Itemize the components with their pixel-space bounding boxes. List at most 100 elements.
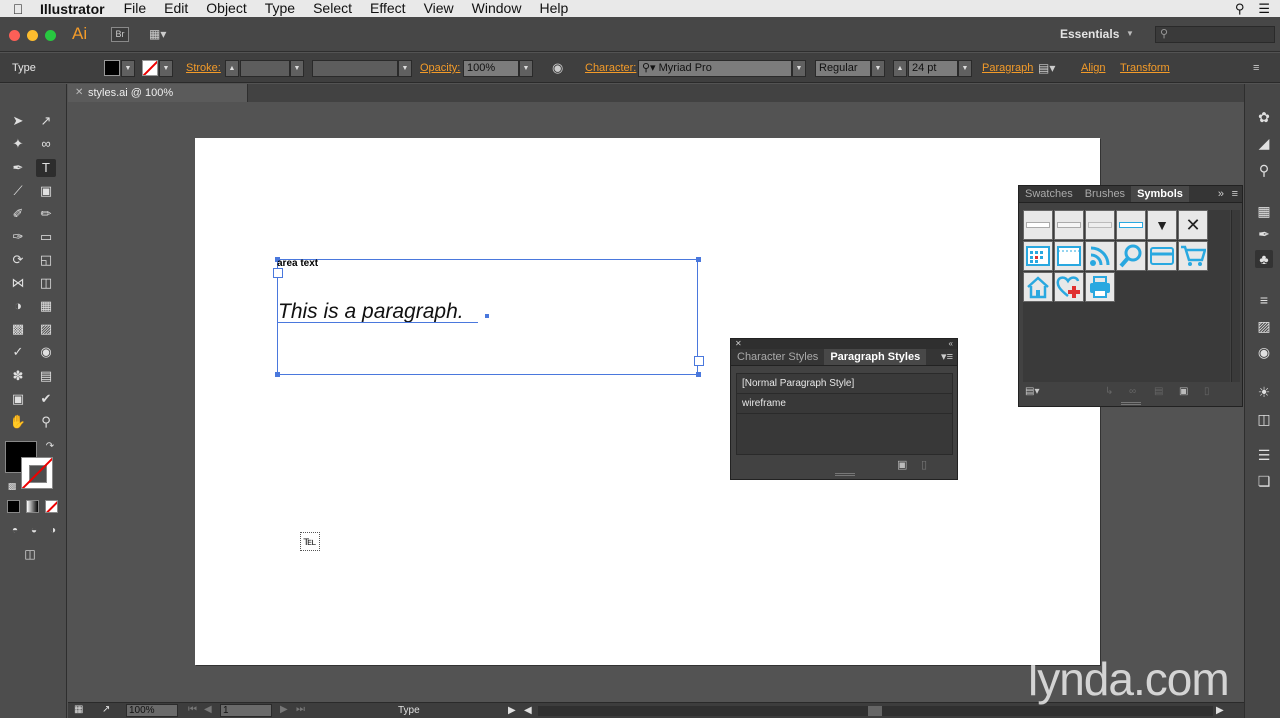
new-style-icon[interactable]: ▣ [897,458,907,471]
font-family-field[interactable]: ⚲▾ Myriad Pro [638,60,792,77]
color-guide-icon[interactable]: ◢ [1255,134,1273,152]
tab-swatches[interactable]: Swatches [1019,186,1079,202]
symbol-text-field-1[interactable] [1023,210,1053,240]
character-panel-link[interactable]: Character: [585,53,636,83]
mesh-tool-icon[interactable]: ▩ [8,320,28,338]
trash-icon[interactable]: ▯ [921,458,927,471]
menu-effect[interactable]: Effect [361,0,415,17]
symbols-icon[interactable]: ♣ [1255,250,1273,268]
symbol-sprayer-tool-icon[interactable]: ✽ [8,367,28,385]
horizontal-scrollbar[interactable] [538,706,1213,716]
draw-inside-icon[interactable]: ◑ [43,522,63,540]
graphic-styles-icon[interactable]: ☀ [1255,383,1273,401]
variable-width-profile[interactable] [312,60,398,77]
bridge-button[interactable]: Br [111,27,129,42]
panel-resize-grip[interactable] [835,473,855,476]
help-search-input[interactable]: ⚲ [1155,26,1275,43]
close-panel-icon[interactable]: ✕ [735,339,742,348]
line-segment-tool-icon[interactable]: ⟋ [8,182,28,200]
gradient-panel-icon[interactable]: ▨ [1255,317,1273,335]
rotate-tool-icon[interactable]: ⟳ [8,251,28,269]
symbol-home-icon[interactable] [1023,272,1053,302]
font-style-dropdown-arrow[interactable]: ▼ [871,60,885,77]
stroke-weight-field[interactable] [240,60,290,77]
magic-wand-tool-icon[interactable]: ✦ [8,135,28,153]
artboard-number-field[interactable]: 1 [220,704,272,717]
direct-selection-tool-icon[interactable]: ↗ [36,112,56,130]
menu-file[interactable]: File [115,0,156,17]
artboards-icon[interactable]: ❏ [1255,472,1273,490]
symbol-libraries-menu-icon[interactable]: ▤▾ [1025,386,1039,397]
blend-tool-icon[interactable]: ◉ [36,343,56,361]
menu-type[interactable]: Type [256,0,304,17]
symbol-panel-scrollbar[interactable] [1231,210,1240,382]
stroke-dropdown-arrow[interactable]: ▼ [159,60,173,77]
symbol-calendar-icon[interactable] [1023,241,1053,271]
swatches-icon[interactable]: ▦ [1255,202,1273,220]
align-panel-link[interactable]: Align [1081,53,1105,83]
font-family-dropdown-arrow[interactable]: ▼ [792,60,806,77]
stroke-color-swatch[interactable] [142,60,158,76]
color-mode-button[interactable] [7,500,20,513]
menu-app-name[interactable]: Illustrator [36,1,115,17]
stroke-weight-dropdown[interactable]: ▼ [290,60,304,77]
tab-paragraph-styles[interactable]: Paragraph Styles [824,349,927,365]
export-asset-icon[interactable]: ◫ [1255,410,1273,428]
draw-behind-icon[interactable]: ◒ [24,522,44,540]
tab-symbols[interactable]: Symbols [1131,186,1189,202]
tab-character-styles[interactable]: Character Styles [731,349,824,365]
symbol-film-strip-icon[interactable] [1054,241,1084,271]
layers-icon[interactable]: ☰ [1255,446,1273,464]
text-in-port[interactable] [273,268,283,278]
stroke-weight-stepper[interactable]: ▲ [225,60,239,77]
style-item-normal[interactable]: [Normal Paragraph Style] [737,374,952,394]
stroke-panel-icon[interactable]: ≡ [1255,291,1273,309]
font-style-field[interactable]: Regular [815,60,871,77]
panel-titlebar[interactable]: ✕ « [731,339,957,349]
draw-normal-icon[interactable]: ◓ [5,522,25,540]
color-panel-icon[interactable]: ✿ [1255,108,1273,126]
appearance-icon[interactable]: ⚲ [1255,161,1273,179]
symbol-heart-plus-icon[interactable] [1054,272,1084,302]
selection-tool-icon[interactable]: ➤ [8,112,28,130]
profile-dropdown-arrow[interactable]: ▼ [398,60,412,77]
default-fill-stroke-icon[interactable]: ▩ [2,477,22,495]
opacity-panel-link[interactable]: Opacity: [420,53,460,83]
blob-brush-tool-icon[interactable]: ✑ [8,228,28,246]
opacity-dropdown-arrow[interactable]: ▼ [519,60,533,77]
artboard-tool-icon[interactable]: ▣ [8,390,28,408]
scroll-left-button[interactable]: ◀ [524,703,532,718]
next-artboard-button[interactable]: ▶ [280,704,288,715]
zoom-window-button[interactable] [45,30,56,41]
panel-resize-grip[interactable] [1121,402,1141,405]
shape-builder-tool-icon[interactable]: ◑ [8,297,28,315]
font-size-stepper[interactable]: ▲ [893,60,907,77]
apple-icon[interactable]:  [0,1,36,17]
menu-edit[interactable]: Edit [155,0,197,17]
symbol-search-icon[interactable] [1116,241,1146,271]
panel-menu-icon[interactable]: ▾≡ [941,349,953,366]
gradient-mode-button[interactable] [26,500,39,513]
collapse-panel-icon[interactable]: « [949,339,953,349]
horizontal-scroll-thumb[interactable] [868,706,882,716]
brushes-icon[interactable]: ✒ [1255,225,1273,243]
minimize-window-button[interactable] [27,30,38,41]
type-tool-icon[interactable]: T [36,159,56,177]
break-link-icon[interactable]: ∞ [1129,386,1136,397]
style-item-wireframe[interactable]: wireframe [737,394,952,414]
chevron-down-icon[interactable]: ▼ [1126,29,1134,38]
zoom-tool-icon[interactable]: ⚲ [36,413,56,431]
perspective-grid-tool-icon[interactable]: ▦ [36,297,56,315]
expand-panel-icon[interactable]: » [1218,186,1224,203]
bounding-handle-tr[interactable] [696,257,701,262]
symbol-options-icon[interactable]: ▤ [1154,386,1163,397]
opacity-field[interactable]: 100% [463,60,519,77]
symbol-printer-icon[interactable] [1085,272,1115,302]
artboard[interactable] [195,138,1100,665]
close-window-button[interactable] [9,30,20,41]
symbol-credit-card-icon[interactable] [1147,241,1177,271]
previous-artboard-button[interactable]: ◀ [204,704,212,715]
last-artboard-button[interactable]: ⏭ [296,704,305,715]
menu-select[interactable]: Select [304,0,361,17]
text-point-handle[interactable] [485,314,489,318]
